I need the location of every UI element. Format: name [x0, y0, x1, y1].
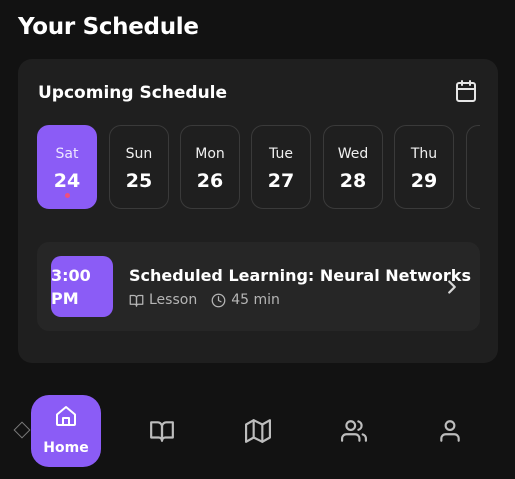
upcoming-schedule-card: Upcoming Schedule Sat 24 Sun 25 Mon 26 T… [18, 59, 498, 363]
day-number: 28 [339, 170, 367, 192]
nav-home[interactable]: Home [31, 395, 101, 467]
day-name: Sat [55, 146, 79, 162]
home-icon [56, 406, 76, 426]
day-thu[interactable]: Thu 29 [394, 125, 454, 209]
day-number: 27 [267, 170, 295, 192]
bottom-navigation: Home [0, 383, 515, 479]
schedule-event[interactable]: 3:00 PM Scheduled Learning: Neural Netwo… [37, 242, 480, 331]
day-wed[interactable]: Wed 28 [323, 125, 383, 209]
day-name: Tue [269, 146, 293, 162]
event-type: Lesson [149, 292, 198, 308]
day-sun[interactable]: Sun 25 [109, 125, 169, 209]
day-sat[interactable]: Sat 24 [37, 125, 97, 209]
nav-community[interactable] [318, 395, 390, 467]
nav-profile[interactable] [414, 395, 486, 467]
map-icon [245, 419, 271, 443]
day-name: Mon [195, 146, 225, 162]
nav-library[interactable] [126, 395, 198, 467]
day-name: Wed [337, 146, 369, 162]
nav-map[interactable] [222, 395, 294, 467]
book-icon [129, 294, 144, 307]
day-name: Thu [410, 146, 438, 162]
day-number: 26 [196, 170, 224, 192]
event-meta: Lesson 45 min [129, 292, 280, 308]
card-title: Upcoming Schedule [38, 83, 228, 103]
book-open-icon [150, 421, 174, 442]
day-name: Sun [125, 146, 153, 162]
event-time-period: PM [51, 289, 79, 308]
event-title: Scheduled Learning: Neural Networks [129, 266, 471, 285]
event-time-badge: 3:00 PM [51, 256, 113, 317]
day-tue[interactable]: Tue 27 [251, 125, 311, 209]
user-icon [440, 420, 460, 442]
users-icon [341, 420, 367, 442]
day-number: 29 [410, 170, 438, 192]
day-next-partial[interactable] [466, 125, 480, 209]
nav-home-label: Home [43, 440, 89, 456]
page-title: Your Schedule [18, 14, 199, 40]
day-number: 25 [125, 170, 153, 192]
event-duration: 45 min [231, 292, 280, 308]
calendar-icon[interactable] [454, 79, 478, 103]
event-time: 3:00 [51, 266, 91, 285]
clock-icon [211, 293, 226, 307]
day-number: 24 [53, 170, 81, 192]
diamond-icon [13, 421, 31, 439]
chevron-right-icon[interactable] [441, 276, 463, 298]
day-selector: Sat 24 Sun 25 Mon 26 Tue 27 Wed 28 Thu 2… [37, 125, 480, 211]
day-mon[interactable]: Mon 26 [180, 125, 240, 209]
event-indicator-dot [65, 193, 70, 198]
